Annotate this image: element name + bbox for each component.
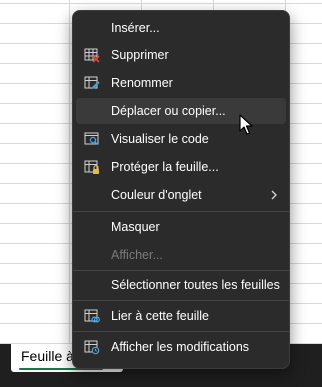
view-code-icon (84, 131, 100, 147)
rename-sheet-icon (84, 75, 100, 91)
menu-item-label: Couleur d'onglet (111, 188, 202, 202)
menu-item-label: Protéger la feuille... (111, 160, 219, 174)
sheet-context-menu: Insérer... Supprimer Renommer Déplacer o… (72, 10, 290, 369)
menu-separator (73, 270, 289, 271)
menu-item-label: Déplacer ou copier... (111, 104, 226, 118)
menu-item-label: Lier à cette feuille (111, 309, 209, 323)
menu-item-unhide: Afficher... (76, 242, 286, 268)
menu-item-label: Visualiser le code (111, 132, 209, 146)
menu-item-label: Afficher... (111, 248, 163, 262)
menu-item-label: Sélectionner toutes les feuilles (111, 278, 280, 292)
delete-sheet-icon (84, 47, 100, 63)
menu-item-protect-sheet[interactable]: Protéger la feuille... (76, 154, 286, 180)
sheet-tab-label: Feuille à (21, 348, 74, 364)
menu-item-tab-color[interactable]: Couleur d'onglet (76, 182, 286, 208)
menu-item-label: Renommer (111, 76, 173, 90)
menu-item-delete[interactable]: Supprimer (76, 42, 286, 68)
chevron-right-icon (268, 188, 280, 202)
mouse-cursor-icon (239, 114, 253, 135)
menu-item-view-code[interactable]: Visualiser le code (76, 126, 286, 152)
show-changes-icon (84, 339, 100, 355)
protect-sheet-icon (84, 159, 100, 175)
menu-item-label: Afficher les modifications (111, 340, 250, 354)
menu-item-rename[interactable]: Renommer (76, 70, 286, 96)
menu-item-label: Masquer (111, 220, 160, 234)
menu-item-select-all-sheets[interactable]: Sélectionner toutes les feuilles (76, 272, 286, 298)
menu-item-label: Supprimer (111, 48, 169, 62)
menu-item-link-sheet[interactable]: Lier à cette feuille (76, 303, 286, 329)
menu-separator (73, 211, 289, 212)
menu-item-label: Insérer... (111, 21, 160, 35)
menu-separator (73, 331, 289, 332)
menu-separator (73, 300, 289, 301)
menu-item-show-changes[interactable]: Afficher les modifications (76, 334, 286, 360)
menu-item-insert[interactable]: Insérer... (76, 15, 286, 41)
menu-item-move-copy[interactable]: Déplacer ou copier... (76, 98, 286, 124)
menu-item-hide[interactable]: Masquer (76, 214, 286, 240)
link-sheet-icon (84, 308, 101, 324)
